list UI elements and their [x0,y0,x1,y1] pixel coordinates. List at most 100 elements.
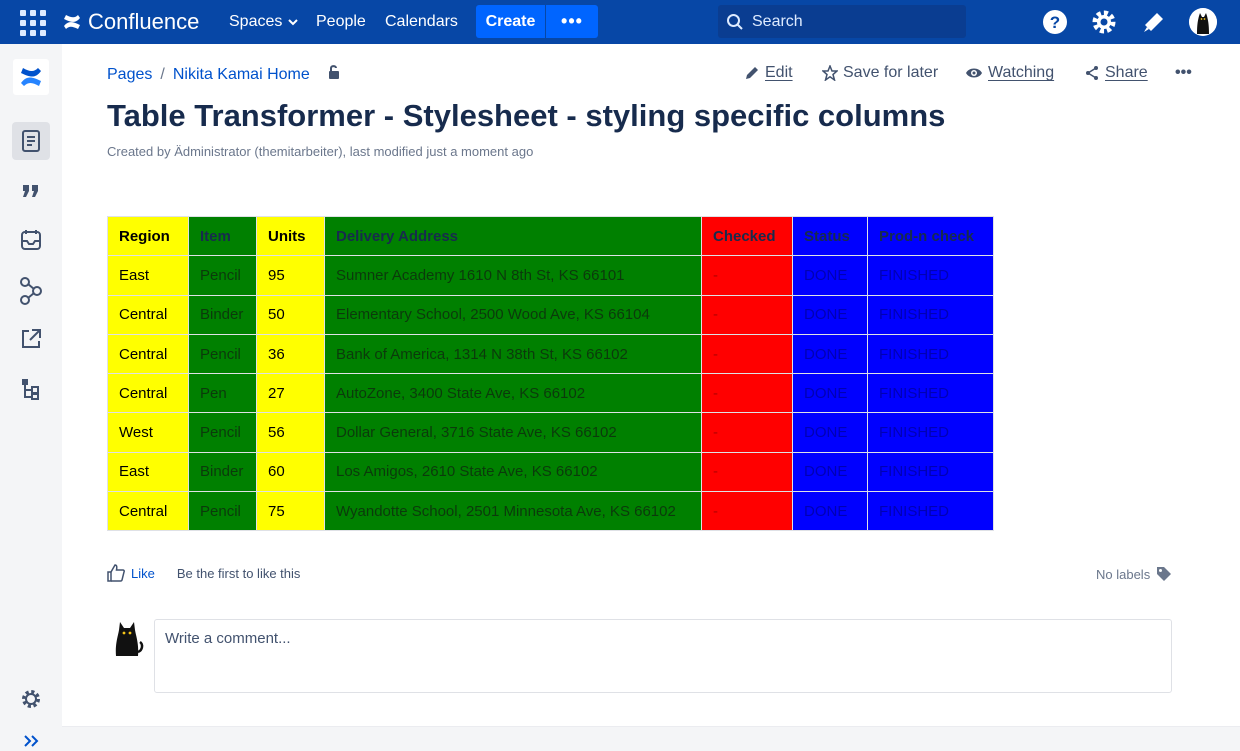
cell-units: 75 [256,491,325,532]
expand-sidebar-icon[interactable] [12,722,50,751]
pages-icon[interactable] [12,122,50,160]
header-checked: Checked [701,215,793,257]
integrations-nodes-icon[interactable] [12,272,50,310]
space-logo-icon[interactable] [12,58,50,96]
like-status-text: Be the first to like this [176,565,301,581]
cell-prod-check: FINISHED [867,491,994,532]
cell-checked: - [701,451,793,493]
page-byline: Created by Ädministrator (themitarbeiter… [107,144,533,159]
share-action[interactable]: Share [1084,64,1148,82]
svg-text:?: ? [1050,13,1060,32]
share-label: Share [1105,64,1148,81]
cell-address: Bank of America, 1314 N 38th St, KS 6610… [324,333,702,375]
cell-status: DONE [792,373,868,414]
spaces-menu[interactable]: Spaces [229,13,299,31]
byline-text: Created by Ädministrator (themitarbeiter… [107,144,427,159]
cell-address: Wyandotte School, 2501 Minnesota Ave, KS… [324,491,702,532]
calendar-inbox-icon[interactable] [12,221,50,259]
blog-quote-icon[interactable] [12,171,50,209]
space-settings-icon[interactable] [12,680,50,718]
cell-item: Binder [188,451,257,493]
space-sidebar [0,44,62,751]
cell-status: DONE [792,294,868,335]
save-for-later-action[interactable]: Save for later [822,64,938,82]
cell-prod-check: FINISHED [867,294,994,335]
table-row: Central Pencil 36 Bank of America, 1314 … [107,333,994,375]
table-row: Central Pen 27 AutoZone, 3400 State Ave,… [107,373,994,414]
header-status: Status [792,215,868,257]
cell-item: Pencil [188,255,257,296]
chevron-down-icon [288,19,299,26]
edit-action[interactable]: Edit [744,64,793,82]
page-footer [62,726,1240,751]
header-prod-check: Prod-n check [867,215,994,257]
header-region: Region [107,215,189,257]
commenter-avatar [110,618,144,658]
create-more-button[interactable]: ••• [546,5,598,38]
app-name: Confluence [88,9,200,34]
cell-region: Central [107,294,189,335]
table-row: West Pencil 56 Dollar General, 3716 Stat… [107,412,994,453]
unlocked-icon[interactable] [326,64,342,85]
like-link[interactable]: Like [131,566,155,581]
cell-prod-check: FINISHED [867,451,994,493]
cell-checked: - [701,333,793,375]
cell-prod-check: FINISHED [867,333,994,375]
table-header-row: Region Item Units Delivery Address Check… [107,215,994,257]
pencil-icon [746,67,758,79]
people-link[interactable]: People [316,13,366,31]
cell-checked: - [701,255,793,296]
cell-units: 60 [256,451,325,493]
cell-address: Elementary School, 2500 Wood Ave, KS 661… [324,294,702,335]
confluence-logo-icon [64,15,80,29]
cell-item: Pencil [188,491,257,532]
cell-units: 27 [256,373,325,414]
no-labels-text: No labels [1096,566,1151,582]
cell-prod-check: FINISHED [867,412,994,453]
breadcrumb-pages-link[interactable]: Pages [107,66,152,84]
notifications-megaphone-icon[interactable] [1140,8,1168,36]
byline-time-link[interactable]: just a moment ago [426,144,533,159]
spaces-label: Spaces [229,13,283,30]
watching-action[interactable]: Watching [965,64,1054,82]
save-for-later-label: Save for later [843,64,939,81]
header-units: Units [256,215,325,257]
thumbs-up-icon[interactable] [107,564,125,582]
settings-gear-icon[interactable] [1090,8,1118,36]
page-tree-icon[interactable] [12,370,50,408]
cell-address: Sumner Academy 1610 N 8th St, KS 66101 [324,255,702,296]
search-input[interactable] [752,12,952,31]
external-link-icon[interactable] [12,320,50,358]
more-actions-button[interactable]: ••• [1175,64,1192,82]
cell-address: Los Amigos, 2610 State Ave, KS 66102 [324,451,702,493]
share-icon [1086,66,1098,80]
cell-address: Dollar General, 3716 State Ave, KS 66102 [324,412,702,453]
cell-prod-check: FINISHED [867,373,994,414]
create-button[interactable]: Create [476,5,546,38]
cell-status: DONE [792,255,868,296]
breadcrumb-separator: / [160,65,165,83]
confluence-logo[interactable]: Confluence [62,9,199,35]
table-row: Central Pencil 75 Wyandotte School, 2501… [107,491,994,532]
search-box[interactable] [718,5,966,38]
cell-status: DONE [792,491,868,532]
comment-input[interactable]: Write a comment... [154,619,1172,693]
cell-region: East [107,255,189,296]
table-row: East Pencil 95 Sumner Academy 1610 N 8th… [107,255,994,296]
cell-item: Pencil [188,412,257,453]
help-icon[interactable]: ? [1041,8,1069,36]
cell-checked: - [701,491,793,532]
tag-icon[interactable] [1156,566,1172,582]
search-icon [727,13,743,30]
user-avatar[interactable] [1189,8,1217,36]
page-title: Table Transformer - Stylesheet - styling… [107,98,946,133]
calendars-link[interactable]: Calendars [385,13,458,31]
header-delivery-address: Delivery Address [324,215,702,257]
cell-region: Central [107,373,189,414]
cell-status: DONE [792,412,868,453]
cell-units: 95 [256,255,325,296]
breadcrumb-home-link[interactable]: Nikita Kamai Home [173,66,310,84]
cell-region: Central [107,333,189,375]
app-switcher-icon[interactable] [18,8,46,36]
cell-units: 56 [256,412,325,453]
